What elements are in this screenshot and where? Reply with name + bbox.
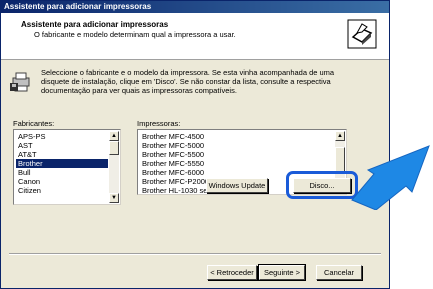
scroll-up-arrow-icon[interactable]: ▲ <box>109 131 119 141</box>
manufacturer-item[interactable]: AST <box>16 141 108 150</box>
scroll-thumb[interactable] <box>109 141 119 155</box>
header-subtitle: O fabricante e modelo determinam qual a … <box>34 30 236 39</box>
intro-line-1: Seleccione o fabricante e o modelo da im… <box>41 68 335 77</box>
intro-instructions: Seleccione o fabricante e o modelo da im… <box>41 68 351 95</box>
scroll-thumb[interactable] <box>335 147 345 173</box>
printer-item[interactable]: Brother MFC-4500 <box>140 132 334 141</box>
manufacturers-scrollbar[interactable]: ▲ ▼ <box>109 131 119 203</box>
printer-item[interactable]: Brother MFC-5500 <box>140 150 334 159</box>
manufacturer-item[interactable]: AT&T <box>16 150 108 159</box>
window-titlebar: Assistente para adicionar impressoras <box>1 1 389 13</box>
manufacturers-list[interactable]: APS-PS AST AT&T Brother Bull Canon Citiz… <box>13 129 121 205</box>
manufacturer-item[interactable]: APS-PS <box>16 132 108 141</box>
intro-line-3: documentação para ver quais as impressor… <box>41 86 237 95</box>
printer-disk-icon <box>10 72 30 92</box>
printer-item[interactable]: Brother MFC-5000 <box>140 141 334 150</box>
manufacturer-item[interactable]: Canon <box>16 177 108 186</box>
manufacturers-label: Fabricantes: <box>13 119 55 128</box>
wizard-header: Assistente para adicionar impressoras O … <box>1 13 389 60</box>
add-printer-wizard-window: Assistente para adicionar impressoras As… <box>0 0 390 289</box>
intro-line-2: disquete de instalação, clique em 'Disco… <box>41 77 331 86</box>
next-button[interactable]: Seguinte > <box>258 264 306 281</box>
printer-wizard-icon <box>347 19 377 49</box>
printers-label: Impressoras: <box>137 119 181 128</box>
back-button[interactable]: < Retroceder <box>207 265 257 280</box>
manufacturer-item-selected[interactable]: Brother <box>16 159 108 168</box>
pointer-arrow-icon <box>351 145 430 210</box>
manufacturer-item[interactable]: Bull <box>16 168 108 177</box>
footer-separator <box>9 253 381 255</box>
manufacturer-item[interactable]: Citizen <box>16 186 108 195</box>
cancel-button[interactable]: Cancelar <box>316 265 362 280</box>
header-title: Assistente para adicionar impressoras <box>21 20 169 29</box>
printer-item[interactable]: Brother MFC-5550 <box>140 159 334 168</box>
disk-button-highlight <box>286 171 358 199</box>
scroll-down-arrow-icon[interactable]: ▼ <box>109 193 119 203</box>
scroll-up-arrow-icon[interactable]: ▲ <box>335 131 345 141</box>
windows-update-button[interactable]: Windows Update <box>206 178 268 193</box>
